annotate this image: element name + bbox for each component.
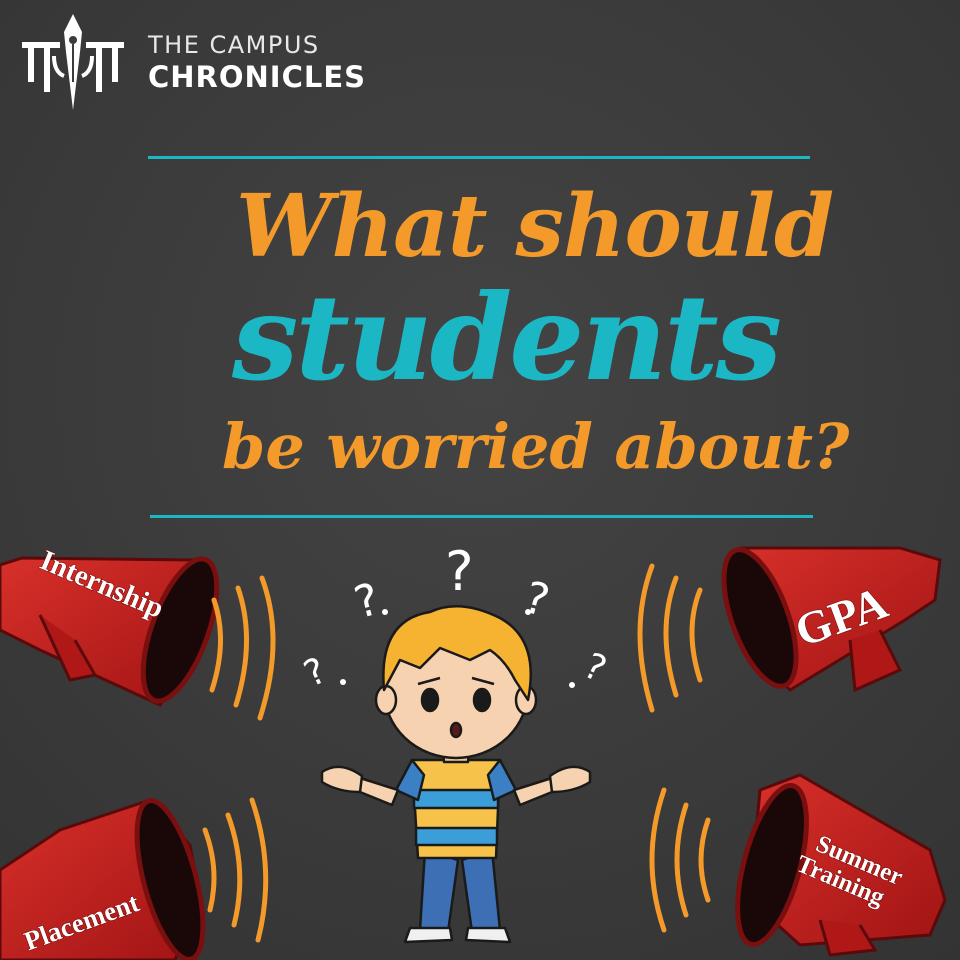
illustration: Internship GPA Placement Summer Training xyxy=(0,540,947,960)
megaphone-bottom-right-icon: Summer Training xyxy=(735,773,947,957)
confused-student-icon xyxy=(320,605,592,944)
question-mark-icon: ? xyxy=(445,540,474,603)
question-mark-icon: ? xyxy=(349,574,385,629)
question-mark-icon: ? xyxy=(578,646,613,691)
megaphone-top-right-icon: GPA xyxy=(721,546,942,693)
question-mark-icon: ? xyxy=(298,650,333,695)
question-mark-icon: ? xyxy=(519,572,555,627)
poster: THE CAMPUS CHRONICLES What should studen… xyxy=(0,0,960,960)
megaphone-top-left-icon: Internship xyxy=(0,544,220,707)
megaphone-bottom-left-icon: Placement xyxy=(0,798,206,960)
